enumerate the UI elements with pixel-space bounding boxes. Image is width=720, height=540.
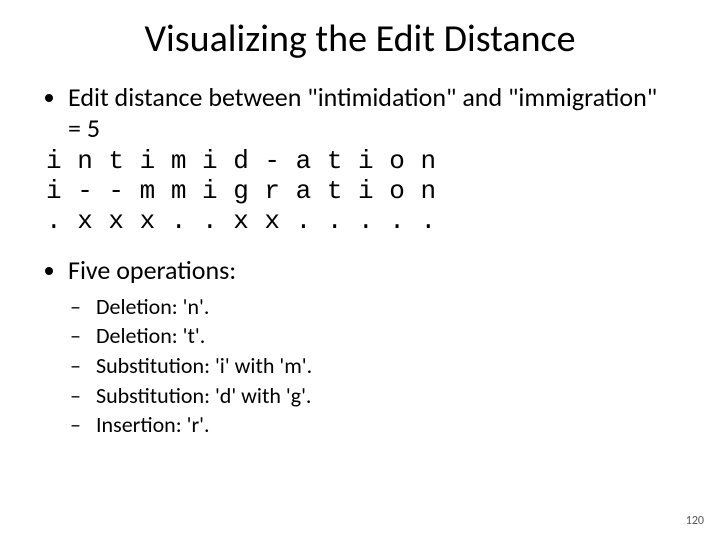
op-item: Substitution: 'i' with 'm'.: [96, 351, 674, 381]
bullet-five-operations: Five operations: Deletion: 'n'. Deletion…: [68, 255, 674, 440]
op-item: Substitution: 'd' with 'g'.: [96, 381, 674, 411]
op-item: Deletion: 'n'.: [96, 292, 674, 322]
operations-sublist: Deletion: 'n'. Deletion: 't'. Substituti…: [68, 292, 674, 440]
slide: Visualizing the Edit Distance Edit dista…: [0, 0, 720, 540]
main-list: Edit distance between "intimidation" and…: [46, 82, 674, 143]
op-item: Insertion: 'r'.: [96, 410, 674, 440]
bullet-five-operations-label: Five operations:: [68, 254, 236, 286]
operations-list: Five operations: Deletion: 'n'. Deletion…: [46, 255, 674, 440]
op-item: Deletion: 't'.: [96, 321, 674, 351]
page-title: Visualizing the Edit Distance: [46, 16, 674, 62]
page-number: 120: [686, 514, 704, 528]
alignment-block: i n t i m i d - a t i o n i - - m m i g …: [46, 147, 674, 237]
bullet-edit-distance: Edit distance between "intimidation" and…: [68, 82, 674, 143]
